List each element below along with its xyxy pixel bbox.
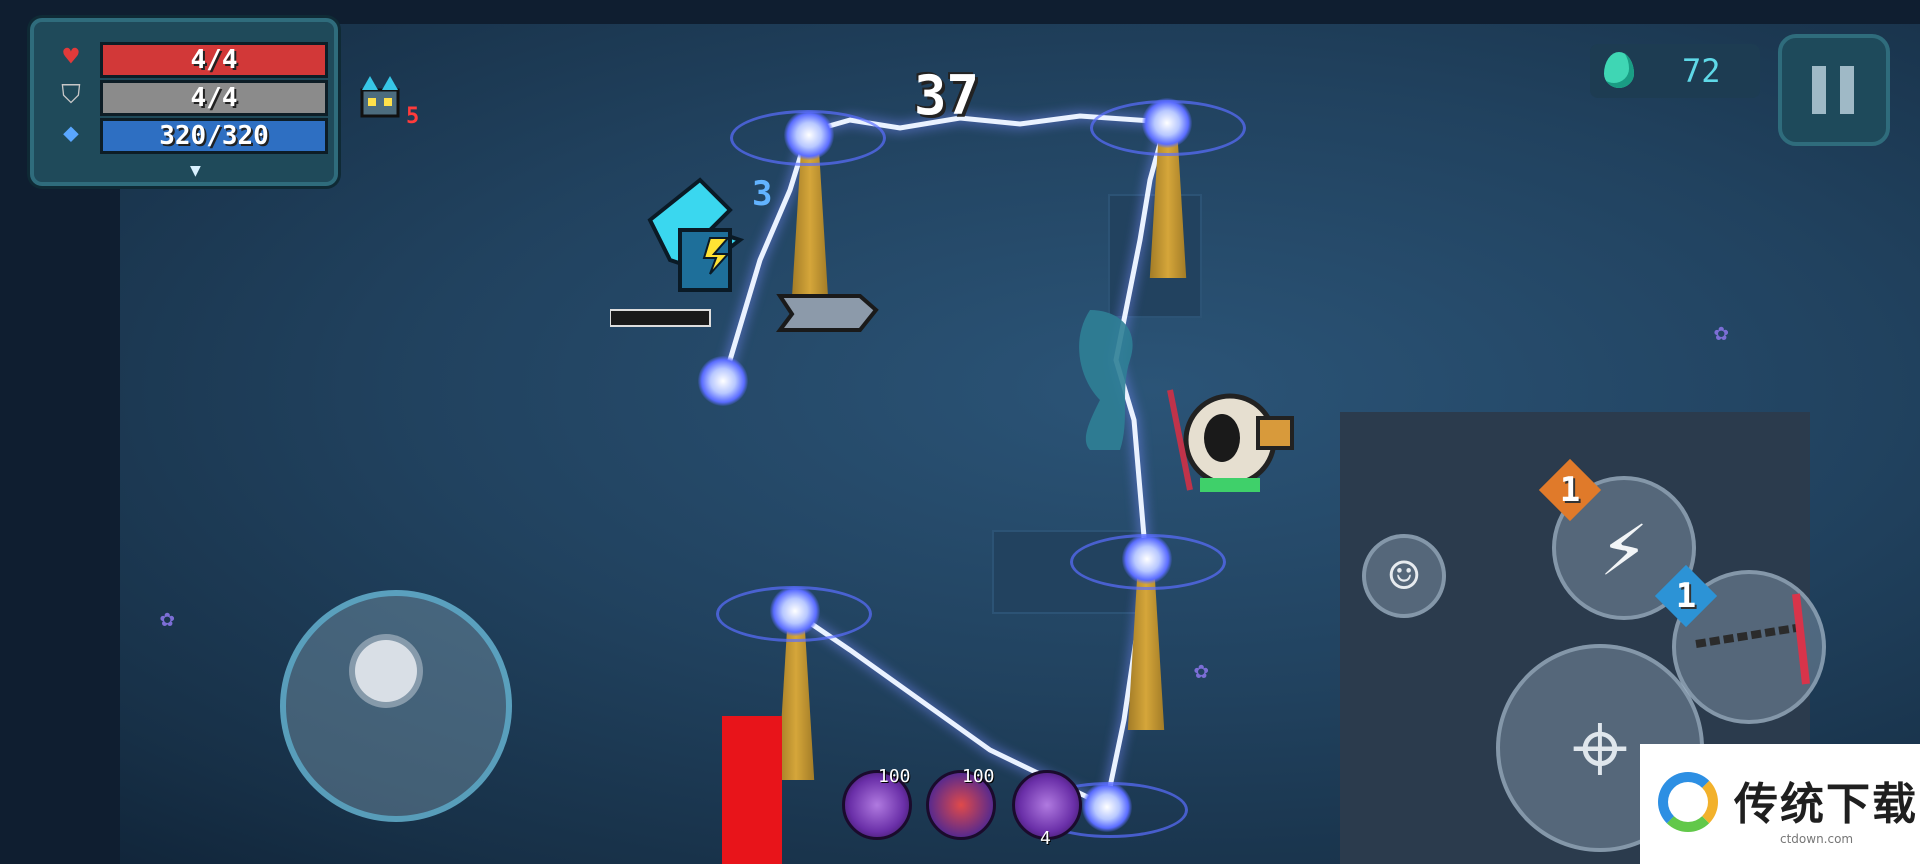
game-screen: ✿ ✿ ✿ 3 ♥ 4/4 ⛉ 4/4 ◆ 320/320 ▼ 5 72 37 …: [0, 0, 1920, 864]
lightning-orb: [1142, 98, 1192, 148]
ghost-tree-enemy: [1079, 310, 1133, 450]
skill-badge: 1: [1538, 458, 1602, 522]
armor-bar: 4/4: [100, 80, 328, 116]
expand-chevron-icon[interactable]: ▼: [190, 160, 201, 181]
gem-count: 72: [1682, 52, 1721, 90]
lightning-orb: [1082, 782, 1132, 832]
gem-icon: [1604, 52, 1634, 88]
health-bar: 4/4: [100, 42, 328, 78]
lightning-orb: [770, 586, 820, 636]
shield-icon: ⛉: [61, 80, 81, 110]
energy-bar: 320/320: [100, 118, 328, 154]
gem-counter: 72: [1590, 44, 1760, 98]
lightning-orb: [784, 110, 834, 160]
status-panel: ♥ 4/4 ⛉ 4/4 ◆ 320/320 ▼: [30, 18, 338, 186]
skill-badge-count: 1: [1559, 470, 1581, 510]
pause-button[interactable]: [1778, 34, 1890, 146]
pause-icon: [1840, 66, 1854, 114]
potion-count-2: 100: [962, 766, 995, 787]
damage-number: 37: [914, 64, 980, 127]
player-marker: 3: [752, 174, 773, 214]
player-character: [610, 177, 879, 332]
diamond-icon: ◆: [63, 118, 79, 148]
watermark: 传统下载 ctdown.com: [1640, 744, 1920, 864]
potion-count-3: 4: [1040, 828, 1051, 849]
watermark-text: 传统下载: [1734, 779, 1918, 830]
weapon-badge: 1: [1654, 564, 1718, 628]
watermark-url: ctdown.com: [1780, 832, 1854, 846]
joystick-knob[interactable]: [355, 640, 417, 702]
lightning-orb: [1122, 534, 1172, 584]
pause-icon: [1812, 66, 1826, 114]
buff-count: 5: [406, 104, 420, 129]
enemy-skull-reaper: [1167, 389, 1294, 492]
emote-button[interactable]: ☺: [1362, 534, 1446, 618]
buff-monster-icon: [360, 76, 400, 118]
blood-splash: [722, 716, 782, 864]
heart-icon: ♥: [63, 42, 79, 72]
watermark-logo: [1658, 772, 1718, 832]
smiley-icon: ☺: [1388, 547, 1420, 605]
buff-indicator: [356, 76, 404, 120]
movement-joystick[interactable]: [280, 590, 512, 822]
potion-count-1: 100: [878, 766, 911, 787]
weapon-badge-count: 1: [1675, 576, 1697, 616]
